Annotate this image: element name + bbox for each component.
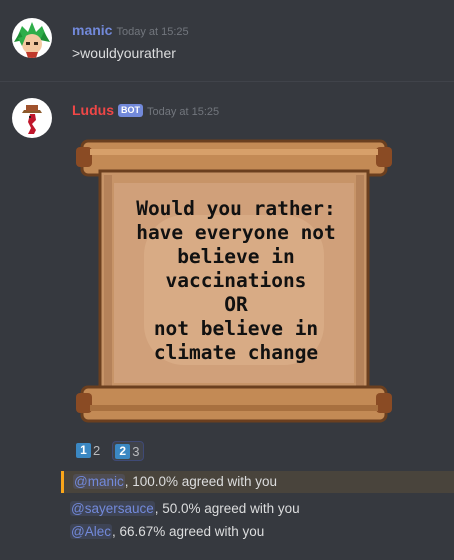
result-text: , 50.0% agreed with you: [154, 501, 300, 516]
result-line: @manic, 100.0% agreed with you: [61, 471, 454, 493]
author-manic[interactable]: manic: [72, 22, 112, 38]
keycap-two-icon: 2: [115, 444, 131, 459]
message-manic: manic Today at 15:25 >wouldyourather: [0, 0, 454, 80]
result-line: @Alec, 66.67% agreed with you: [60, 521, 454, 543]
scroll-line: not believe in: [153, 317, 319, 340]
author-ludus[interactable]: Ludus: [72, 102, 114, 118]
user-mention[interactable]: @manic: [73, 474, 125, 489]
user-mention[interactable]: @sayersauce: [70, 501, 155, 516]
author-name[interactable]: Ludus BOT Today at 15:25: [72, 102, 219, 118]
scroll-image[interactable]: Would you rather: have everyone not beli…: [74, 135, 394, 427]
keycap-one-icon: 1: [76, 443, 91, 458]
scroll-line: vaccinations: [165, 269, 307, 292]
scroll-line: OR: [224, 293, 248, 316]
result-text: , 66.67% agreed with you: [111, 524, 265, 539]
timestamp: Today at 15:25: [116, 26, 189, 38]
scroll-line: climate change: [153, 341, 319, 364]
bot-badge: BOT: [118, 104, 143, 117]
reaction-two[interactable]: 23: [112, 441, 145, 461]
scroll-question-text: Would you rather: have everyone not beli…: [136, 197, 336, 365]
result-text: , 100.0% agreed with you: [124, 474, 278, 489]
scroll-line: have everyone not: [136, 221, 336, 244]
scroll-line: Would you rather:: [136, 197, 336, 220]
scroll-line: believe in: [177, 245, 295, 268]
result-line: @sayersauce, 50.0% agreed with you: [60, 498, 454, 520]
reaction-one[interactable]: 12: [74, 441, 104, 460]
reaction-count: 2: [93, 443, 101, 458]
timestamp: Today at 15:25: [147, 106, 220, 118]
avatar-manic[interactable]: [12, 18, 52, 58]
reaction-count: 3: [132, 444, 140, 459]
user-mention[interactable]: @Alec: [70, 524, 112, 539]
author-name[interactable]: manic Today at 15:25: [72, 22, 189, 38]
message-text: >wouldyourather: [72, 45, 176, 61]
reactions-bar: 1223: [74, 441, 152, 461]
avatar-ludus[interactable]: [12, 98, 52, 138]
